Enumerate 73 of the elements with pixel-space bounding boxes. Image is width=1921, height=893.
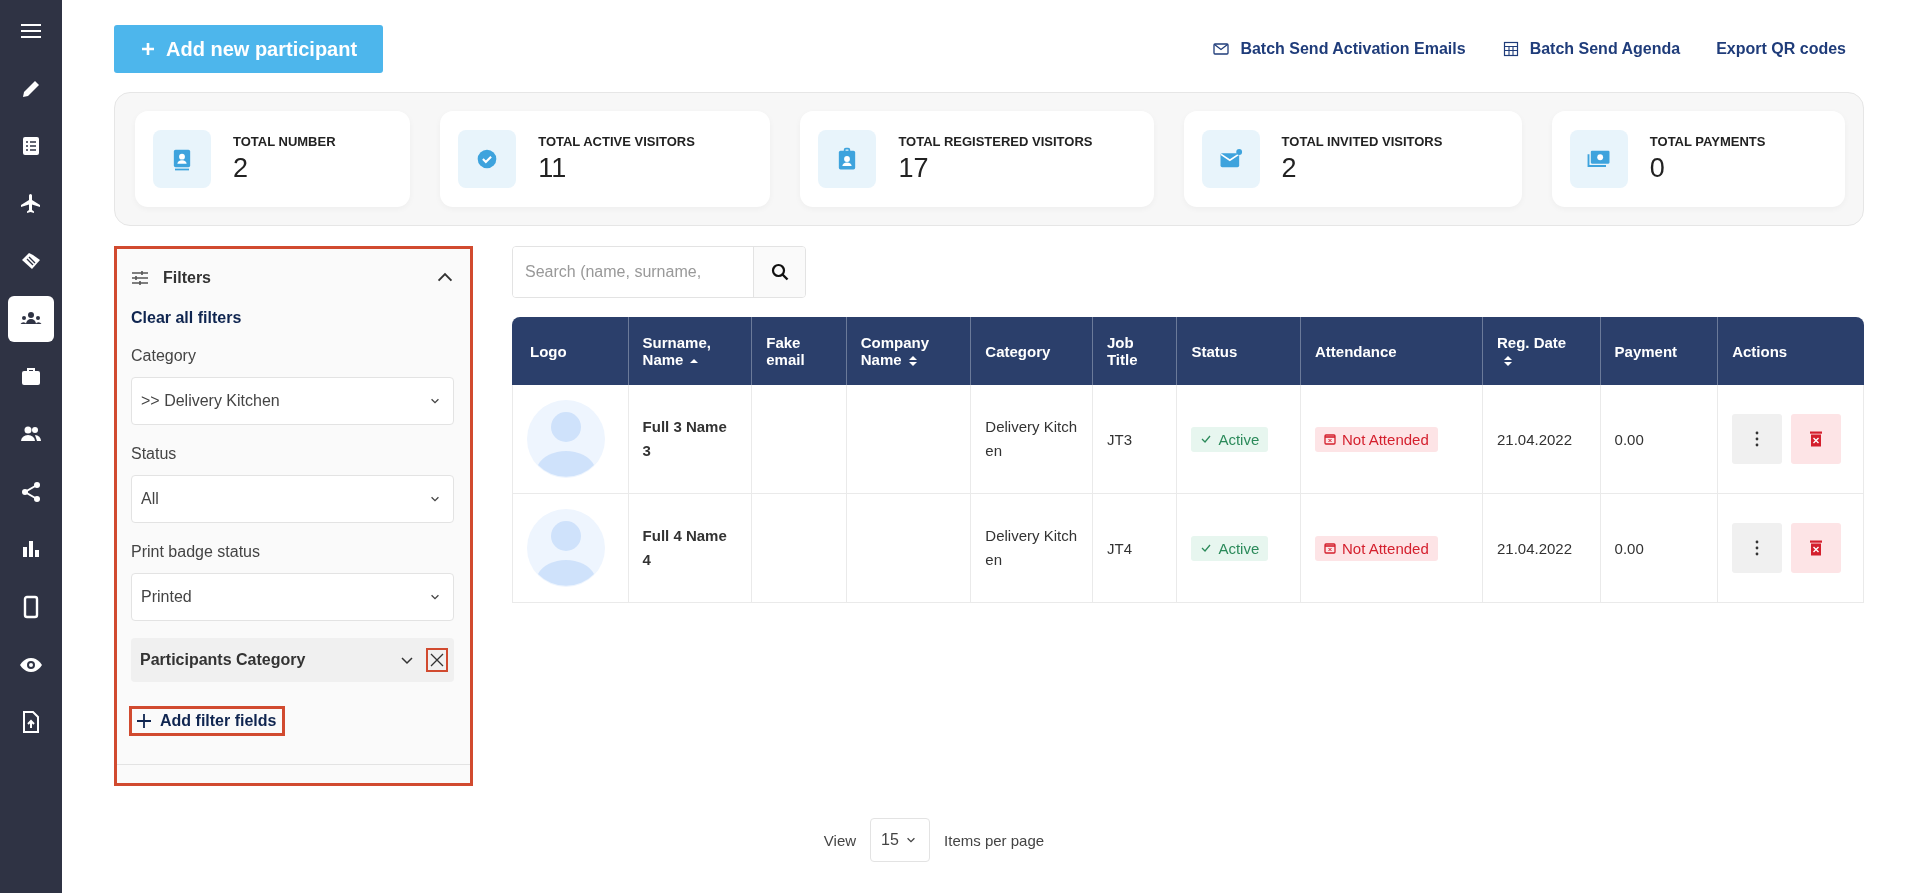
money-icon (1569, 130, 1628, 188)
field-label: Category (131, 347, 197, 365)
status-badge: Active (1191, 535, 1269, 561)
stat-label: TOTAL PAYMENTS (1649, 134, 1766, 149)
column-header: Fake email (751, 317, 846, 385)
table-cell: 21.04.2022 (1496, 539, 1573, 557)
stat-value: 11 (538, 153, 568, 184)
remove-filter-button[interactable] (426, 648, 448, 672)
trash-icon (1809, 539, 1824, 557)
stat-value: 0 (1649, 153, 1666, 184)
column-header: Payment (1599, 317, 1718, 385)
field-label: Status (131, 445, 178, 463)
table-cell: JT4 (1106, 539, 1132, 557)
table-cell: 0.00 (1614, 539, 1644, 557)
plus-icon (140, 41, 156, 57)
column-header: Logo (512, 317, 628, 385)
sort-icon[interactable] (907, 355, 918, 368)
search-icon (770, 263, 789, 281)
field-label: Print badge status (131, 543, 261, 561)
table-cell: 21.04.2022 (1496, 430, 1573, 448)
add-filter-fields-button[interactable]: Add filter fields (129, 706, 286, 736)
stat-value: 17 (898, 153, 930, 184)
batch-action-link[interactable]: Batch Send Activation Emails (1240, 40, 1466, 58)
column-header: Category (970, 317, 1092, 385)
filter-field-label: Participants Category (140, 651, 307, 669)
table-cell-text: Full 4 Name 4 (642, 526, 728, 570)
view-label: View (823, 831, 857, 849)
stat-value: 2 (233, 153, 250, 184)
sliders-icon (131, 269, 149, 287)
attendance-badge: Not Attended (1315, 535, 1438, 561)
id-badge-icon (818, 130, 877, 188)
table-cell-text: Delivery Kitchen (985, 417, 1078, 461)
delete-button[interactable] (1791, 414, 1842, 464)
avatar-icon (527, 509, 605, 587)
stat-label: TOTAL INVITED VISITORS (1281, 134, 1443, 149)
delete-button[interactable] (1791, 523, 1842, 573)
mail-icon (1201, 130, 1260, 188)
stat-label: TOTAL NUMBER (233, 134, 336, 149)
page-size-select[interactable]: 15 (870, 818, 931, 862)
sort-icon[interactable] (1502, 355, 1513, 368)
column-header[interactable]: Surname, Name (627, 317, 752, 385)
status-badge: Active (1191, 426, 1269, 452)
trash-icon (1809, 430, 1824, 448)
grid-icon (1501, 40, 1520, 58)
stat-value: 2 (1281, 153, 1298, 184)
filters-title: Filters (163, 269, 212, 287)
stat-label: TOTAL ACTIVE VISITORS (538, 134, 695, 149)
plus-icon (136, 713, 152, 729)
attendance-badge: Not Attended (1315, 426, 1438, 452)
batch-action-link[interactable]: Export QR codes (1716, 40, 1846, 58)
column-header: Status (1176, 317, 1300, 385)
group-icon[interactable] (8, 295, 54, 342)
table-cell-text: Full 3 Name 3 (642, 417, 728, 461)
clear-filters-link[interactable]: Clear all filters (131, 309, 454, 327)
column-header[interactable]: Reg. Date (1481, 317, 1600, 385)
stat-label: TOTAL REGISTERED VISITORS (898, 134, 1093, 149)
select-field[interactable]: >> Delivery Kitchen (131, 377, 454, 425)
column-header: Actions (1717, 317, 1864, 385)
table-cell: 0.00 (1614, 430, 1644, 448)
select-field[interactable]: Printed (131, 573, 454, 621)
select-field[interactable]: All (131, 475, 454, 523)
items-per-page-label: Items per page (944, 831, 1045, 849)
batch-action-link[interactable]: Batch Send Agenda (1529, 40, 1681, 58)
avatar-icon (527, 400, 605, 478)
column-header: Attendance (1300, 317, 1482, 385)
contact-card-icon (153, 130, 211, 188)
envelope-icon (1212, 40, 1231, 58)
table-cell-text: Delivery Kitchen (985, 526, 1078, 570)
search-field[interactable]: Search (name, surname, (512, 246, 806, 298)
column-header: Job Title (1091, 317, 1177, 385)
table-cell: JT3 (1106, 430, 1132, 448)
search-button[interactable] (753, 247, 805, 297)
column-header[interactable]: Company Name (845, 317, 971, 385)
